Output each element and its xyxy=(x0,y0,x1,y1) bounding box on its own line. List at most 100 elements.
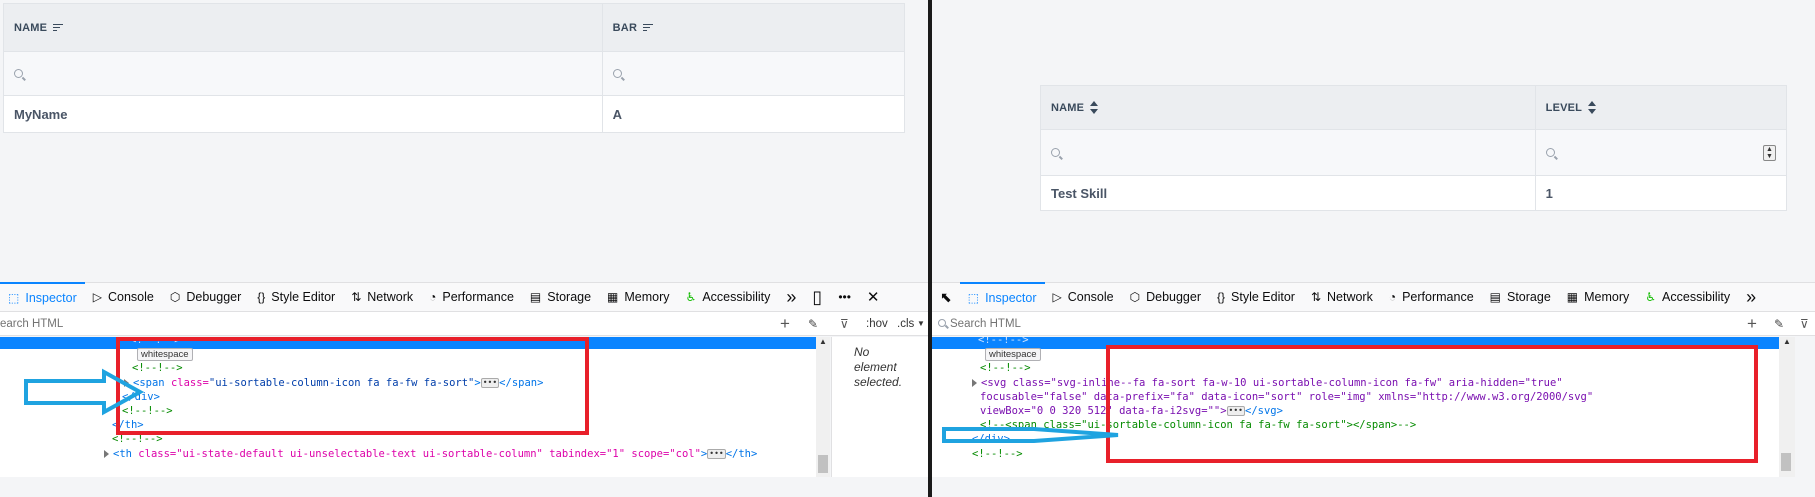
search-icon xyxy=(612,69,622,78)
search-html-input[interactable]: Search HTML xyxy=(950,318,1815,330)
debugger-icon: ⬡ xyxy=(169,290,181,304)
filter-input-name[interactable] xyxy=(4,52,603,95)
tab-label: Storage xyxy=(1507,290,1551,304)
sort-icon[interactable] xyxy=(53,22,64,33)
storage-icon: ▤ xyxy=(1489,290,1501,304)
markup-node-line[interactable]: <th class="ui-state-default ui-unselecta… xyxy=(104,447,757,463)
hov-toggle[interactable]: :hov xyxy=(866,318,888,330)
column-header-label: NAME xyxy=(1051,101,1085,114)
tab-inspector[interactable]: ⬚ Inspector xyxy=(959,282,1045,312)
expand-arrow-icon[interactable] xyxy=(104,449,109,458)
table-row[interactable]: MyName A xyxy=(4,96,904,132)
search-icon xyxy=(1051,148,1060,157)
tab-network[interactable]: ⇅ Network xyxy=(343,282,421,312)
devtools-toolbar: ⬉ ⬚ Inspector ▷ Console ⬡ Debugger {} Style Edit… xyxy=(932,282,1815,312)
tab-debugger[interactable]: ⬡ Debugger xyxy=(162,282,249,312)
expand-arrow-icon[interactable] xyxy=(972,378,977,387)
table-cell: Test Skill xyxy=(1041,176,1536,210)
network-arrows-icon: ⇅ xyxy=(351,290,362,304)
tab-label: Style Editor xyxy=(1231,290,1295,304)
column-header-name[interactable]: NAME xyxy=(1041,86,1536,129)
accessibility-icon: ♿ xyxy=(1645,290,1657,304)
filter-icon[interactable]: ⊽ xyxy=(840,317,849,331)
tab-label: Debugger xyxy=(186,290,242,304)
ellipsis-icon[interactable]: ••• xyxy=(707,448,726,459)
tab-label: Network xyxy=(1327,290,1373,304)
tab-console[interactable]: ▷ Console xyxy=(85,282,162,312)
comment-node: <!--!--> xyxy=(112,433,163,446)
attr-list: class="ui-state-default ui-unselectable-… xyxy=(138,447,701,460)
console-icon: ▷ xyxy=(92,290,102,304)
chevron-down-icon[interactable]: ▼ xyxy=(917,319,925,328)
add-node-icon[interactable]: + xyxy=(780,314,790,334)
tab-storage[interactable]: ▤ Storage xyxy=(1482,282,1559,312)
close-icon[interactable]: ✕ xyxy=(859,282,888,312)
inspector-icon: ⬚ xyxy=(8,291,20,305)
cls-toggle[interactable]: .cls xyxy=(897,318,914,330)
scrollbar[interactable]: ▲ xyxy=(816,337,830,477)
tab-performance[interactable]: ◔ Performance xyxy=(1381,282,1482,312)
add-node-icon[interactable]: + xyxy=(1747,314,1757,334)
chip-icon: ▦ xyxy=(607,290,619,304)
tab-label: Network xyxy=(367,290,414,304)
tab-style-editor[interactable]: {} Style Editor xyxy=(249,282,343,312)
column-header-label: BAR xyxy=(612,21,638,34)
filter-input-name[interactable] xyxy=(1041,130,1536,175)
dock-icon[interactable]: ▯ xyxy=(804,282,830,312)
filter-icon[interactable]: ⊽ xyxy=(1800,317,1809,331)
tab-style-editor[interactable]: {} Style Editor xyxy=(1209,282,1303,312)
scrollbar[interactable]: ▲ xyxy=(1779,337,1795,477)
column-header-name[interactable]: NAME xyxy=(4,4,603,51)
scroll-thumb[interactable] xyxy=(818,455,828,473)
column-header-label: NAME xyxy=(14,21,48,34)
tab-storage[interactable]: ▤ Storage xyxy=(522,282,599,312)
tag-open: <th xyxy=(113,447,139,460)
sort-icon[interactable] xyxy=(643,22,654,33)
left-browser-pane: NAME BAR MyName A ⬚ Inspector ▷ Console ⬡ Deb… xyxy=(0,0,928,497)
tab-performance[interactable]: ◔ Performance xyxy=(421,282,522,312)
filter-input-bar[interactable] xyxy=(602,52,904,95)
table-cell: A xyxy=(612,106,623,122)
overflow-chevron-icon[interactable]: » xyxy=(778,282,804,312)
number-stepper[interactable]: ▲ ▼ xyxy=(1763,144,1776,161)
tab-memory[interactable]: ▦ Memory xyxy=(599,282,678,312)
table-row[interactable]: Test Skill 1 xyxy=(1041,176,1786,210)
eyedropper-icon[interactable]: ✎ xyxy=(1774,317,1784,331)
scroll-up-icon[interactable]: ▲ xyxy=(819,337,827,346)
tab-debugger[interactable]: ⬡ Debugger xyxy=(1122,282,1209,312)
filter-row: ▲ ▼ xyxy=(1041,130,1786,176)
pane-footer xyxy=(932,477,1815,497)
eyedropper-icon[interactable]: ✎ xyxy=(808,317,818,331)
tab-label: Memory xyxy=(1584,290,1630,304)
tab-inspector[interactable]: ⬚ Inspector xyxy=(0,282,85,312)
tab-console[interactable]: ▷ Console xyxy=(1045,282,1122,312)
markup-node-line[interactable]: <!--!--> xyxy=(980,361,1031,377)
debugger-icon: ⬡ xyxy=(1129,290,1141,304)
overflow-chevron-icon[interactable]: » xyxy=(1738,282,1764,312)
column-header-bar[interactable]: BAR xyxy=(603,4,904,51)
scroll-thumb[interactable] xyxy=(1781,453,1791,471)
tab-accessibility[interactable]: ♿ Accessibility xyxy=(678,282,779,312)
markup-node-line[interactable]: whitespace xyxy=(985,347,1041,363)
no-element-message: No element selected. xyxy=(854,345,903,389)
tab-label: Accessibility xyxy=(702,290,771,304)
table-cell: 1 xyxy=(1545,185,1553,201)
annotation-arrow xyxy=(942,427,1119,443)
right-browser-pane: NAME LEVEL ▲ ▼ Test Skill 1 ⬉ ⬚ Inspector ▷ C… xyxy=(932,0,1815,497)
menu-dots-icon[interactable]: ••• xyxy=(830,282,859,312)
element-picker-icon[interactable]: ⬉ xyxy=(932,282,960,312)
tab-memory[interactable]: ▦ Memory xyxy=(1559,282,1638,312)
sort-icon[interactable] xyxy=(1090,101,1099,114)
tab-network[interactable]: ⇅ Network xyxy=(1303,282,1381,312)
tab-label: Accessibility xyxy=(1662,290,1731,304)
tab-accessibility[interactable]: ♿ Accessibility xyxy=(1637,282,1738,312)
column-header-level[interactable]: LEVEL xyxy=(1536,86,1786,129)
comment-node: <!--!--> xyxy=(980,362,1031,375)
sort-icon[interactable] xyxy=(1588,101,1597,114)
tab-label: Console xyxy=(1067,290,1114,304)
filter-input-level[interactable]: ▲ ▼ xyxy=(1535,130,1786,175)
scroll-up-icon[interactable]: ▲ xyxy=(1783,337,1791,346)
tab-label: Debugger xyxy=(1146,290,1201,304)
braces-icon: {} xyxy=(257,290,266,304)
braces-icon: {} xyxy=(1217,290,1226,304)
